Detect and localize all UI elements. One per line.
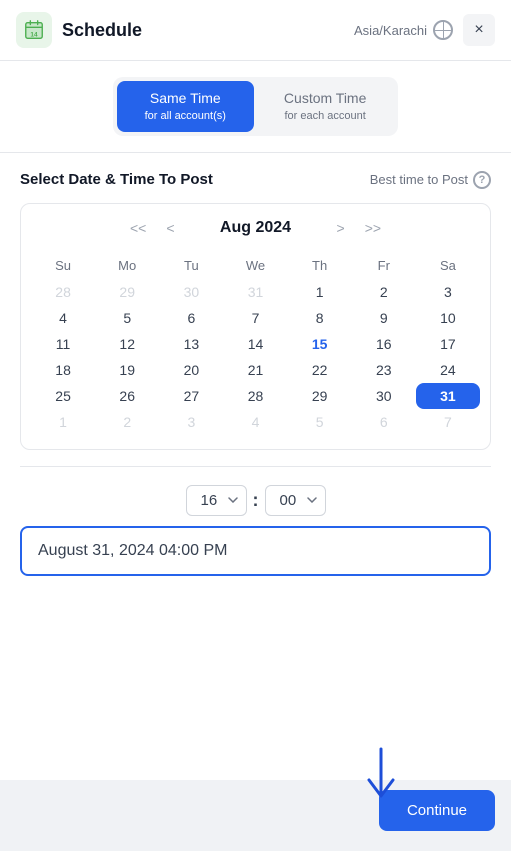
calendar-day[interactable]: 19 (95, 357, 159, 383)
calendar-day[interactable]: 31 (416, 383, 480, 409)
weekday-header: Fr (352, 252, 416, 279)
calendar-day[interactable]: 31 (223, 279, 287, 305)
calendar-icon: 14 (16, 12, 52, 48)
calendar-day[interactable]: 5 (288, 409, 352, 435)
calendar-day[interactable]: 6 (352, 409, 416, 435)
calendar-day[interactable]: 20 (159, 357, 223, 383)
time-selector: 0001020304050607080910111213141516171819… (20, 485, 491, 516)
calendar-day[interactable]: 24 (416, 357, 480, 383)
calendar-day[interactable]: 14 (223, 331, 287, 357)
calendar-day[interactable]: 16 (352, 331, 416, 357)
calendar-day[interactable]: 6 (159, 305, 223, 331)
calendar-day[interactable]: 3 (159, 409, 223, 435)
calendar-day[interactable]: 29 (288, 383, 352, 409)
schedule-toggle-section: Same Time for all account(s) Custom Time… (0, 61, 511, 153)
calendar-day[interactable]: 13 (159, 331, 223, 357)
weekday-header: Su (31, 252, 95, 279)
best-time-hint[interactable]: Best time to Post ? (370, 171, 491, 189)
header: 14 Schedule Asia/Karachi × (0, 0, 511, 61)
next-month-button[interactable]: > (333, 218, 349, 238)
calendar-month-year: Aug 2024 (191, 219, 321, 237)
calendar-day[interactable]: 12 (95, 331, 159, 357)
calendar-day[interactable]: 10 (416, 305, 480, 331)
calendar-day[interactable]: 2 (352, 279, 416, 305)
same-time-button[interactable]: Same Time for all account(s) (117, 81, 254, 132)
hour-select[interactable]: 0001020304050607080910111213141516171819… (186, 485, 247, 516)
calendar-day[interactable]: 29 (95, 279, 159, 305)
calendar-day[interactable]: 27 (159, 383, 223, 409)
calendar-day[interactable]: 8 (288, 305, 352, 331)
bottom-section: Continue (0, 780, 511, 851)
calendar-day[interactable]: 18 (31, 357, 95, 383)
svg-text:14: 14 (30, 31, 38, 38)
calendar-day[interactable]: 1 (288, 279, 352, 305)
calendar-day[interactable]: 4 (223, 409, 287, 435)
minute-select[interactable]: 000510152025303540455055 (265, 485, 326, 516)
calendar-day[interactable]: 4 (31, 305, 95, 331)
calendar-day[interactable]: 23 (352, 357, 416, 383)
time-colon: : (253, 490, 259, 511)
timezone-display: Asia/Karachi (354, 20, 453, 40)
prev-year-button[interactable]: << (126, 218, 150, 238)
custom-time-button[interactable]: Custom Time for each account (256, 81, 394, 132)
calendar-day[interactable]: 5 (95, 305, 159, 331)
prev-month-button[interactable]: < (162, 218, 178, 238)
datetime-value: August 31, 2024 04:00 PM (38, 542, 227, 559)
weekday-header: Mo (95, 252, 159, 279)
calendar-day[interactable]: 1 (31, 409, 95, 435)
calendar-day[interactable]: 17 (416, 331, 480, 357)
calendar-day[interactable]: 28 (223, 383, 287, 409)
app-container: 14 Schedule Asia/Karachi × Same Time for… (0, 0, 511, 851)
calendar-day[interactable]: 26 (95, 383, 159, 409)
calendar-day[interactable]: 30 (159, 279, 223, 305)
calendar-day[interactable]: 3 (416, 279, 480, 305)
globe-icon (433, 20, 453, 40)
calendar-day[interactable]: 15 (288, 331, 352, 357)
calendar-day[interactable]: 2 (95, 409, 159, 435)
calendar-day[interactable]: 7 (223, 305, 287, 331)
calendar-nav: << < Aug 2024 > >> (31, 218, 480, 238)
weekday-header: Sa (416, 252, 480, 279)
divider (20, 466, 491, 467)
calendar-day[interactable]: 21 (223, 357, 287, 383)
calendar-day[interactable]: 7 (416, 409, 480, 435)
next-year-button[interactable]: >> (361, 218, 385, 238)
calendar-day[interactable]: 11 (31, 331, 95, 357)
calendar-grid: SuMoTuWeThFrSa 2829303112345678910111213… (31, 252, 480, 435)
weekday-header: We (223, 252, 287, 279)
arrow-indicator (361, 744, 401, 809)
calendar-day[interactable]: 22 (288, 357, 352, 383)
section-header: Select Date & Time To Post Best time to … (20, 153, 491, 203)
calendar-day[interactable]: 9 (352, 305, 416, 331)
close-button[interactable]: × (463, 14, 495, 46)
help-icon: ? (473, 171, 491, 189)
calendar-day[interactable]: 30 (352, 383, 416, 409)
calendar-day[interactable]: 28 (31, 279, 95, 305)
calendar: << < Aug 2024 > >> SuMoTuWeThFrSa 282930… (20, 203, 491, 450)
weekday-header: Tu (159, 252, 223, 279)
selected-datetime-display: August 31, 2024 04:00 PM (20, 526, 491, 576)
section-title: Select Date & Time To Post (20, 171, 213, 188)
weekday-header: Th (288, 252, 352, 279)
toggle-group: Same Time for all account(s) Custom Time… (113, 77, 399, 136)
page-title: Schedule (62, 20, 354, 41)
calendar-day[interactable]: 25 (31, 383, 95, 409)
main-content: Select Date & Time To Post Best time to … (0, 153, 511, 780)
